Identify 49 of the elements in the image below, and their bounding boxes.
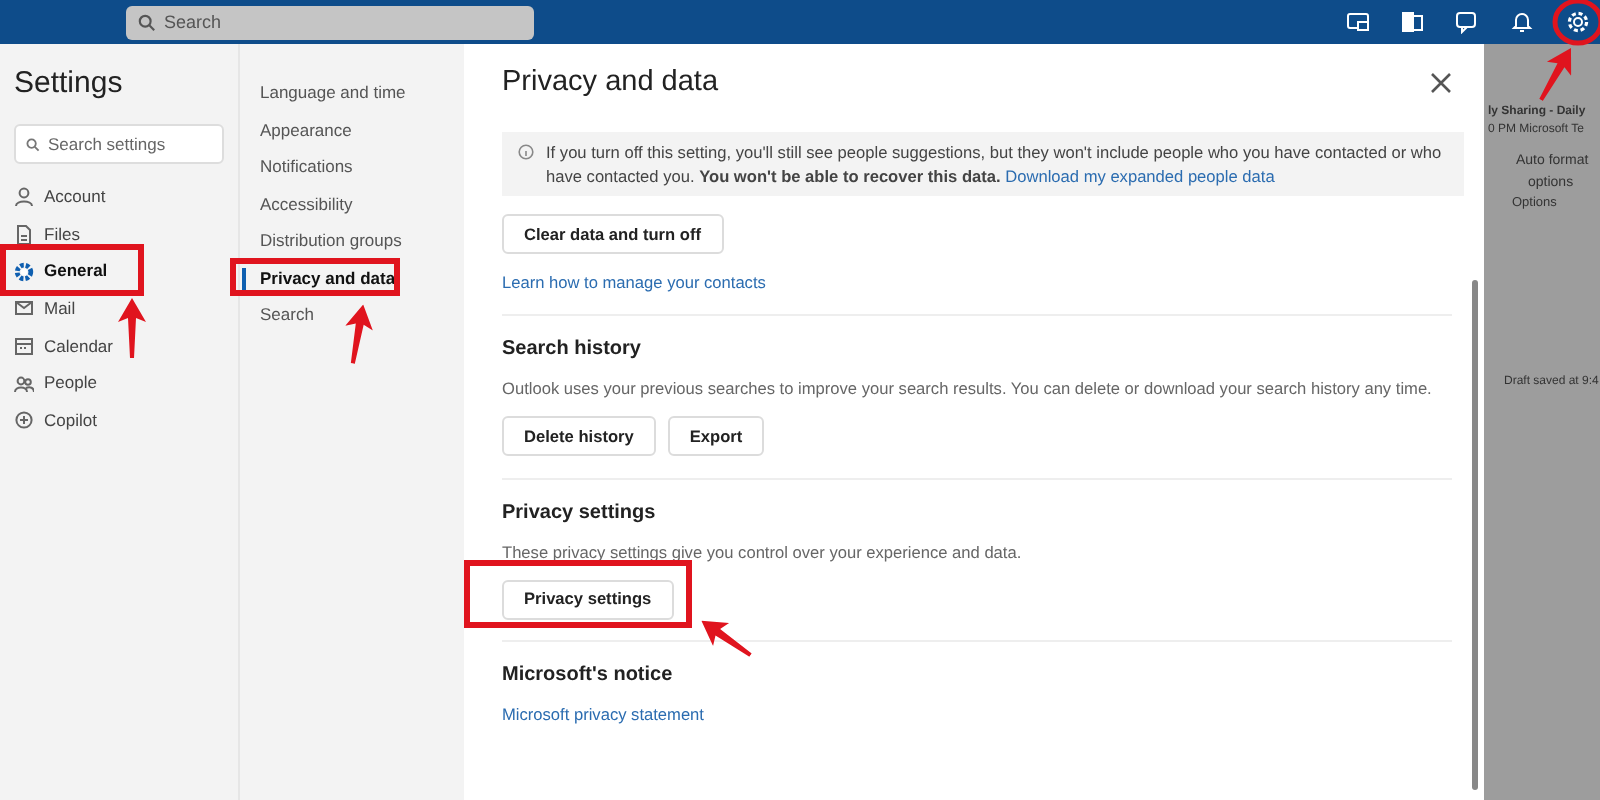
person-icon bbox=[14, 186, 34, 207]
gear-icon bbox=[14, 261, 34, 282]
search-settings-field[interactable]: Search settings bbox=[14, 124, 224, 164]
file-icon bbox=[14, 224, 34, 245]
panel-title: Privacy and data bbox=[502, 63, 719, 102]
action-button[interactable]: Clear data and turn off bbox=[502, 214, 724, 255]
document-icon[interactable] bbox=[1400, 10, 1424, 34]
search-icon bbox=[26, 137, 40, 151]
subcategory-item[interactable]: Appearance bbox=[240, 111, 464, 149]
category-item[interactable]: Calendar bbox=[0, 327, 238, 365]
scrollbar[interactable] bbox=[1472, 280, 1478, 790]
section-description: These privacy settings give you control over your experience and data. bbox=[502, 539, 1024, 565]
category-item[interactable]: Files bbox=[0, 215, 238, 253]
calendar-icon bbox=[14, 336, 34, 357]
action-button[interactable]: Privacy settings bbox=[502, 579, 674, 620]
category-item[interactable]: People bbox=[0, 364, 238, 403]
mail-icon bbox=[14, 298, 34, 319]
link[interactable]: Microsoft privacy statement bbox=[502, 702, 704, 728]
section-heading: Microsoft's notice bbox=[502, 662, 675, 691]
section-heading: Search history bbox=[502, 336, 643, 365]
subcategory-item[interactable]: Language and time bbox=[240, 74, 464, 112]
subcategory-item[interactable]: Privacy and data bbox=[240, 259, 464, 298]
category-item[interactable]: Mail bbox=[0, 290, 238, 328]
subcategory-item[interactable]: Distribution groups bbox=[240, 222, 464, 260]
search-field[interactable]: Search bbox=[126, 6, 534, 40]
chat-icon[interactable] bbox=[1454, 10, 1478, 34]
annotation-arrow bbox=[118, 298, 146, 359]
screen-icon[interactable] bbox=[1346, 10, 1370, 34]
info-text: If you turn off this setting, you'll still see people suggestions, but they won't include people who you have contacted or who have contacted you. You won't be able to recover this data. Download my expanded people data bbox=[546, 140, 1444, 188]
info-icon bbox=[518, 144, 534, 160]
subcategory-item[interactable]: Notifications bbox=[240, 148, 464, 186]
notification-icon[interactable] bbox=[1510, 10, 1534, 34]
category-item[interactable]: Account bbox=[0, 178, 238, 216]
action-button[interactable]: Delete history bbox=[502, 416, 656, 457]
link[interactable]: Learn how to manage your contacts bbox=[502, 270, 766, 295]
close-icon[interactable] bbox=[1430, 72, 1452, 94]
settings-icon[interactable] bbox=[1566, 10, 1590, 34]
download-link[interactable]: Download my expanded people data bbox=[1005, 166, 1275, 186]
category-item[interactable]: Copilot bbox=[0, 402, 238, 440]
section-heading: Privacy settings bbox=[502, 499, 658, 528]
category-item[interactable]: General bbox=[0, 252, 238, 291]
copilot-icon bbox=[14, 410, 34, 431]
people-icon bbox=[14, 373, 34, 394]
settings-title: Settings bbox=[12, 64, 125, 104]
subcategory-item[interactable]: Accessibility bbox=[240, 185, 464, 223]
action-button[interactable]: Export bbox=[667, 416, 765, 457]
subcategory-item[interactable]: Search bbox=[240, 297, 464, 335]
search-icon bbox=[138, 14, 156, 32]
section-description: Outlook uses your previous searches to improve your search results. You can delete or download your search history any time. bbox=[502, 376, 1434, 402]
